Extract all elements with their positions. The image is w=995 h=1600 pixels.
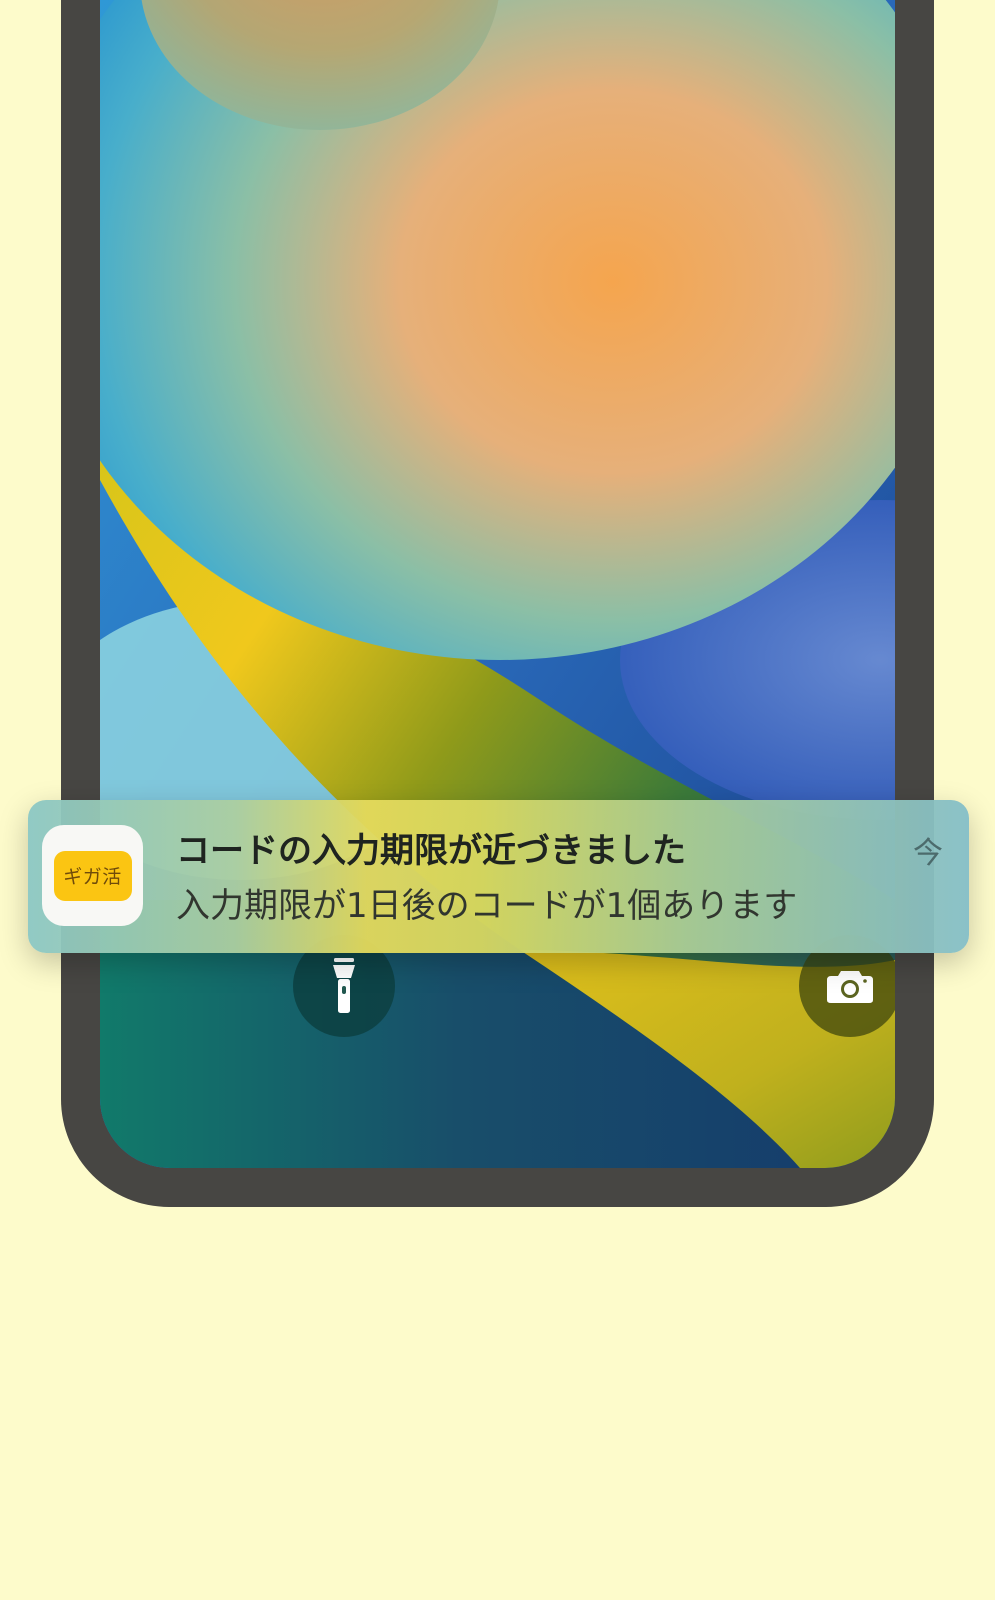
notification-body: 入力期限が1日後のコードが1個あります <box>176 886 798 926</box>
lock-screen <box>100 0 895 1168</box>
notification-title: コードの入力期限が近づきました <box>176 831 686 871</box>
wallpaper <box>100 0 895 1168</box>
camera-icon <box>827 971 873 1003</box>
notification-timestamp: 今 <box>913 836 943 871</box>
flashlight-icon <box>333 958 355 1013</box>
notification-banner[interactable]: ギガ活 コードの入力期限が近づきました 入力期限が1日後のコードが1個あります … <box>28 800 969 953</box>
app-icon: ギガ活 <box>42 825 143 926</box>
app-icon-label: ギガ活 <box>53 850 132 901</box>
